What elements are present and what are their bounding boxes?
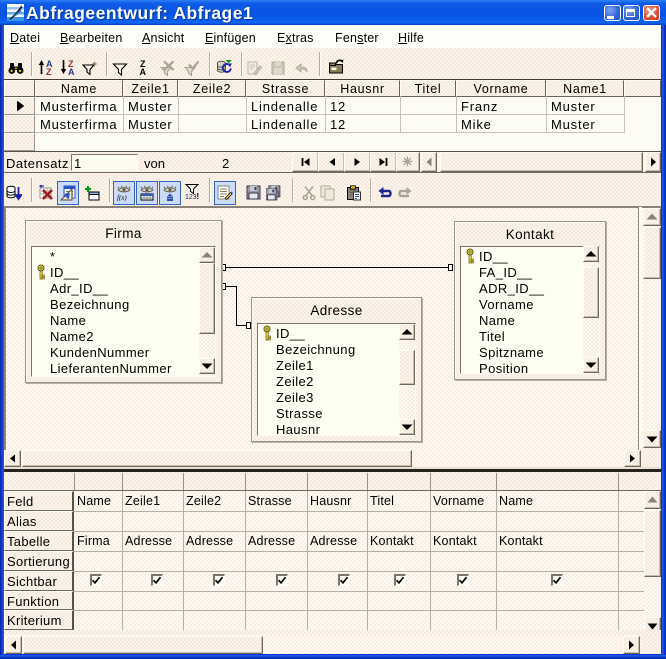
- svg-text:f(x): f(x): [117, 194, 127, 201]
- svg-text:123: 123: [185, 194, 197, 199]
- svg-text:!: !: [197, 192, 200, 199]
- svg-text:A: A: [68, 67, 75, 75]
- svg-text:Z: Z: [46, 67, 52, 75]
- svg-text:A: A: [140, 67, 147, 75]
